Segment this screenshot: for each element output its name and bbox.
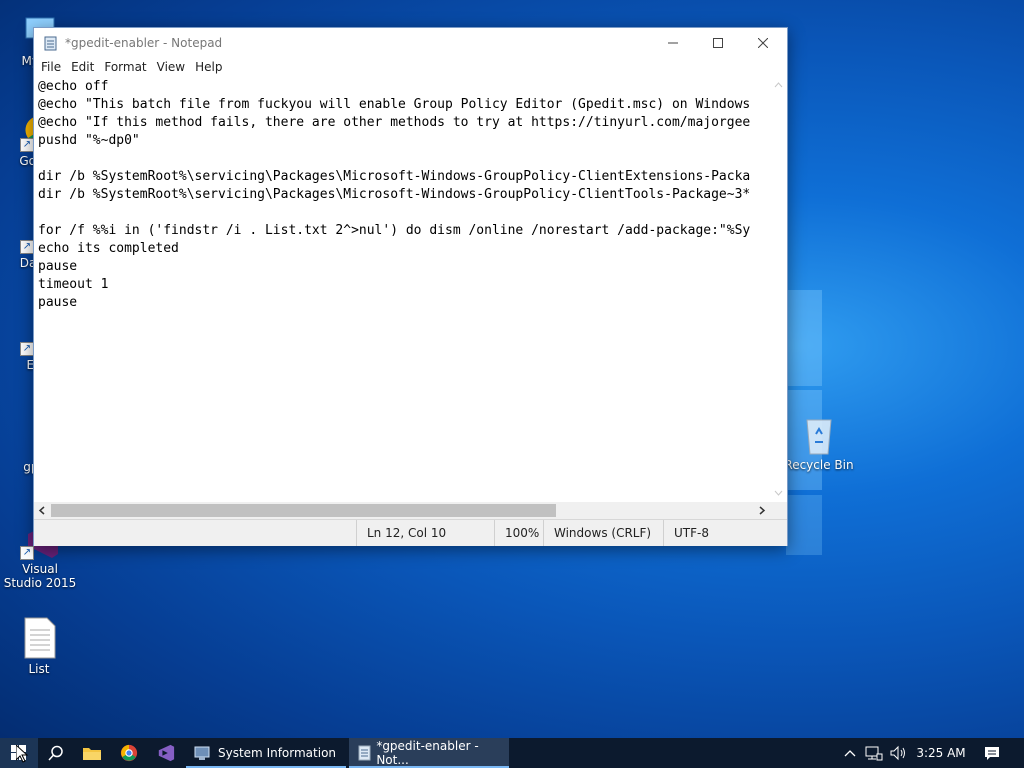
action-center-button[interactable]	[978, 738, 1006, 768]
vertical-scrollbar[interactable]	[770, 76, 787, 502]
title-bar[interactable]: *gpedit-enabler - Notepad	[34, 28, 787, 58]
text-file-icon	[19, 616, 59, 660]
editor-line: pause	[38, 259, 78, 274]
show-hidden-icons-button[interactable]	[840, 738, 860, 768]
maximize-button[interactable]	[695, 28, 741, 57]
network-icon	[865, 746, 883, 761]
wallpaper-beam	[786, 495, 822, 555]
shortcut-arrow-icon: ↗	[20, 240, 34, 254]
chrome-icon	[120, 744, 138, 762]
minimize-icon	[668, 42, 678, 43]
task-label: *gpedit-enabler - Not...	[376, 739, 479, 767]
menu-view[interactable]: View	[152, 58, 190, 76]
editor-line: @echo "This batch file from fuckyou will…	[38, 97, 751, 112]
search-button[interactable]	[38, 738, 74, 768]
horizontal-scrollbar[interactable]	[34, 502, 770, 519]
menu-file[interactable]: File	[36, 58, 66, 76]
notepad-window[interactable]: *gpedit-enabler - Notepad File Edit Form…	[33, 27, 788, 546]
zoom-level: 100%	[494, 520, 539, 546]
volume-icon	[890, 745, 905, 761]
editor-line: dir /b %SystemRoot%\servicing\Packages\M…	[38, 187, 751, 202]
task-label: System Information	[218, 746, 337, 760]
recycle-bin-icon	[799, 412, 839, 456]
taskbar-file-explorer[interactable]	[74, 738, 110, 768]
desktop-icon-label: Visual Studio 2015	[3, 562, 77, 590]
menu-help[interactable]: Help	[190, 58, 227, 76]
scroll-arrows	[774, 82, 783, 496]
shortcut-arrow-icon: ↗	[20, 138, 34, 152]
scroll-left-icon[interactable]	[34, 502, 51, 519]
menu-format[interactable]: Format	[99, 58, 151, 76]
network-tray-button[interactable]	[862, 738, 886, 768]
taskbar-task-system-information[interactable]: System Information	[186, 738, 346, 768]
taskbar-task-notepad[interactable]: *gpedit-enabler - Not...	[349, 738, 509, 768]
notepad-icon	[358, 745, 371, 761]
menu-bar: File Edit Format View Help	[34, 58, 787, 76]
clock[interactable]: 3:25 AM	[910, 738, 972, 768]
text-editor[interactable]: @echo off @echo "This batch file from fu…	[34, 76, 770, 502]
close-button[interactable]	[740, 28, 786, 57]
maximize-icon	[713, 37, 723, 48]
desktop-icon-list[interactable]: List	[1, 616, 77, 676]
status-bar: Ln 12, Col 10 100% Windows (CRLF) UTF-8	[34, 519, 787, 546]
desktop-icon-label: Recycle Bin	[784, 458, 854, 472]
taskbar: System Information *gpedit-enabler - Not…	[0, 738, 1024, 768]
notification-icon	[985, 747, 999, 760]
close-icon	[758, 37, 768, 48]
visual-studio-icon	[158, 744, 175, 762]
encoding: UTF-8	[663, 520, 709, 546]
shortcut-arrow-icon: ↗	[20, 546, 34, 560]
notepad-icon	[43, 35, 59, 51]
editor-line: for /f %%i in ('findstr /i . List.txt 2^…	[38, 223, 751, 238]
editor-line: pushd "%~dp0"	[38, 133, 140, 148]
editor-line: pause	[38, 295, 78, 310]
system-information-icon	[194, 746, 210, 760]
editor-line: echo its completed	[38, 241, 179, 256]
editor-line: timeout 1	[38, 277, 109, 292]
scroll-right-icon[interactable]	[753, 502, 770, 519]
desktop-icon-recycle-bin[interactable]: Recycle Bin	[781, 412, 857, 472]
folder-icon	[83, 748, 101, 760]
shortcut-arrow-icon: ↗	[20, 342, 34, 356]
mouse-cursor-icon	[16, 745, 28, 763]
horizontal-scroll-thumb[interactable]	[51, 504, 556, 517]
taskbar-chrome[interactable]	[111, 738, 147, 768]
taskbar-visual-studio[interactable]	[148, 738, 184, 768]
line-endings: Windows (CRLF)	[543, 520, 651, 546]
editor-line: @echo off	[38, 79, 109, 94]
minimize-button[interactable]	[650, 28, 696, 57]
chevron-up-icon	[844, 750, 856, 757]
search-icon	[48, 745, 63, 761]
volume-tray-button[interactable]	[886, 738, 910, 768]
desktop-icon-label: List	[28, 662, 50, 676]
cursor-position: Ln 12, Col 10	[356, 520, 446, 546]
scrollbar-corner	[770, 502, 787, 519]
editor-line: @echo "If this method fails, there are o…	[38, 115, 751, 130]
wallpaper-beam	[786, 290, 822, 386]
window-title: *gpedit-enabler - Notepad	[65, 36, 223, 50]
menu-edit[interactable]: Edit	[66, 58, 99, 76]
editor-line: dir /b %SystemRoot%\servicing\Packages\M…	[38, 169, 751, 184]
